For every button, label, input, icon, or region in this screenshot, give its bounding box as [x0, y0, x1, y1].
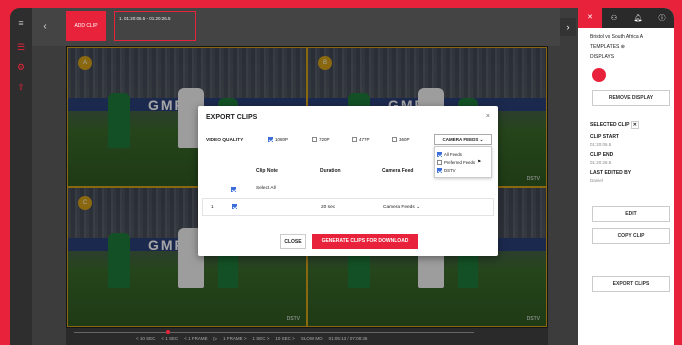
- option-dstv[interactable]: DSTV: [437, 166, 489, 174]
- copy-clip-button[interactable]: COPY CLIP: [592, 228, 670, 244]
- chevron-down-icon: ⌄: [479, 137, 484, 142]
- header-duration: Duration: [320, 168, 341, 174]
- clip-tab[interactable]: 1. 01:20:06.5 - 01:20:26.5: [114, 11, 196, 41]
- checkbox[interactable]: [268, 137, 273, 142]
- next-arrow-icon[interactable]: ›: [560, 18, 576, 36]
- row-camera-select[interactable]: Camera Feeds ⌄: [383, 205, 420, 210]
- gear-icon[interactable]: ⚙: [16, 62, 26, 72]
- quality-1080-label: 1080P: [275, 137, 289, 142]
- export-clips-modal: EXPORT CLIPS × VIDEO QUALITY 1080P 720P …: [198, 106, 498, 256]
- playback-controls: < 10 SEC < 1 SEC < 1 FRAME ▷ 1 FRAME > 1…: [136, 336, 367, 342]
- checkbox[interactable]: [352, 137, 357, 142]
- menu-icon[interactable]: ≡: [16, 18, 26, 28]
- generate-clips-button[interactable]: GENERATE CLIPS FOR DOWNLOAD: [312, 234, 418, 249]
- option-all-feeds-label: All Feeds: [444, 151, 462, 157]
- select-all-checkbox[interactable]: [231, 179, 236, 197]
- fwd-1s-button[interactable]: 1 SEC >: [253, 336, 270, 342]
- back-10s-button[interactable]: < 10 SEC: [136, 336, 155, 342]
- playback-timeline: < 10 SEC < 1 SEC < 1 FRAME ▷ 1 FRAME > 1…: [66, 328, 548, 345]
- clip-start-value: 01:20:06.5: [590, 142, 612, 147]
- fwd-10s-button[interactable]: 10 SEC >: [275, 336, 294, 342]
- quality-360-label: 360P: [399, 137, 410, 142]
- timecode: 01:05:13 / 07:08:36: [328, 336, 368, 341]
- option-all-feeds[interactable]: All Feeds: [437, 150, 489, 158]
- flag-icon: ⚑: [477, 159, 481, 164]
- back-1s-button[interactable]: < 1 SEC: [161, 336, 178, 342]
- video-quality-label: VIDEO QUALITY: [206, 138, 244, 143]
- prev-arrow-icon[interactable]: ‹: [38, 18, 52, 36]
- row-number: 1: [211, 205, 214, 210]
- option-preferred-feeds[interactable]: Preferred Feeds ⚑: [437, 158, 489, 166]
- checkbox[interactable]: [437, 159, 442, 165]
- quality-477-label: 477P: [359, 137, 370, 142]
- close-button[interactable]: CLOSE: [280, 234, 306, 249]
- quality-360[interactable]: 360P: [392, 137, 410, 142]
- last-edited-value: Daniel: [590, 178, 603, 183]
- quality-1080[interactable]: 1080P: [268, 137, 288, 142]
- table-row: 1 20 sec Camera Feeds ⌄: [202, 198, 494, 216]
- playhead-handle[interactable]: [166, 330, 170, 334]
- clip-start-label: CLIP START: [590, 134, 619, 140]
- checkbox[interactable]: [312, 137, 317, 142]
- checkbox[interactable]: [231, 187, 236, 192]
- add-icon[interactable]: ⊕: [621, 44, 625, 50]
- users-icon[interactable]: ⚇: [602, 14, 626, 22]
- checkbox[interactable]: [437, 167, 442, 173]
- play-icon[interactable]: ▷: [214, 336, 217, 342]
- upload-icon[interactable]: ⇧: [16, 82, 26, 92]
- row-checkbox[interactable]: [232, 204, 237, 211]
- add-clip-button[interactable]: ADD CLIP: [66, 11, 106, 41]
- close-clip-icon[interactable]: ✕: [630, 121, 639, 129]
- clip-end-label: CLIP END: [590, 152, 614, 158]
- selected-clip-text: SELECTED CLIP: [590, 122, 630, 128]
- quality-477[interactable]: 477P: [352, 137, 370, 142]
- checkbox[interactable]: [392, 137, 397, 142]
- clip-bar: ‹ ADD CLIP 1. 01:20:06.5 - 01:20:26.5: [32, 8, 560, 46]
- selected-clip-label: SELECTED CLIP ✕: [590, 121, 639, 129]
- row-duration: 20 sec: [321, 205, 336, 210]
- displays-label: DISPLAYS: [590, 54, 615, 60]
- checkbox[interactable]: [232, 204, 237, 209]
- remove-display-button[interactable]: REMOVE DISPLAY: [592, 90, 670, 106]
- quality-720[interactable]: 720P: [312, 137, 330, 142]
- export-clips-button[interactable]: EXPORT CLIPS: [592, 276, 670, 292]
- modal-title: EXPORT CLIPS: [206, 114, 258, 121]
- option-dstv-label: DSTV: [444, 167, 456, 173]
- slow-mo-toggle[interactable]: SLOW MO: [301, 336, 323, 342]
- back-frame-button[interactable]: < 1 FRAME: [184, 336, 207, 342]
- quality-720-label: 720P: [319, 137, 330, 142]
- checkbox[interactable]: [437, 151, 442, 157]
- modal-close-icon[interactable]: ×: [486, 113, 490, 120]
- fwd-frame-button[interactable]: 1 FRAME >: [223, 336, 246, 342]
- camera-feeds-dropdown[interactable]: CAMERA FEEDS ⌄: [434, 134, 492, 145]
- last-edited-label: LAST EDITED BY: [590, 170, 632, 176]
- panel-toolbar: ✕ ⚇ 🔔︎ ⓘ: [578, 8, 674, 28]
- display-avatar[interactable]: [592, 68, 606, 82]
- templates-label: TEMPLATES: [590, 44, 620, 50]
- option-preferred-feeds-label: Preferred Feeds: [444, 159, 476, 165]
- row-camera-value: Camera Feeds: [383, 205, 415, 210]
- camera-feeds-dropdown-label: CAMERA FEEDS: [442, 137, 479, 142]
- edit-button[interactable]: EDIT: [592, 206, 670, 222]
- list-icon[interactable]: ☰: [16, 42, 26, 52]
- camera-feeds-options: All Feeds Preferred Feeds ⚑ DSTV: [434, 146, 492, 178]
- chevron-down-icon: ⌄: [416, 205, 421, 210]
- select-all-label: Select All: [256, 186, 276, 191]
- header-clip-note: Clip Note: [256, 168, 278, 174]
- match-title: Bristol vs South Africa A: [590, 34, 644, 40]
- templates-link[interactable]: TEMPLATES ⊕: [590, 44, 625, 50]
- right-panel: ✕ ⚇ 🔔︎ ⓘ Bristol vs South Africa A TEMPL…: [578, 8, 674, 345]
- timeline-track[interactable]: [74, 332, 474, 333]
- left-rail: ≡ ☰ ⚙ ⇧: [10, 8, 32, 345]
- clip-end-value: 01:20:26.5: [590, 160, 612, 165]
- header-camera-feed: Camera Feed: [382, 168, 414, 174]
- close-icon[interactable]: ✕: [578, 8, 602, 28]
- info-icon[interactable]: ⓘ: [650, 13, 674, 23]
- bell-icon[interactable]: 🔔︎: [626, 14, 650, 22]
